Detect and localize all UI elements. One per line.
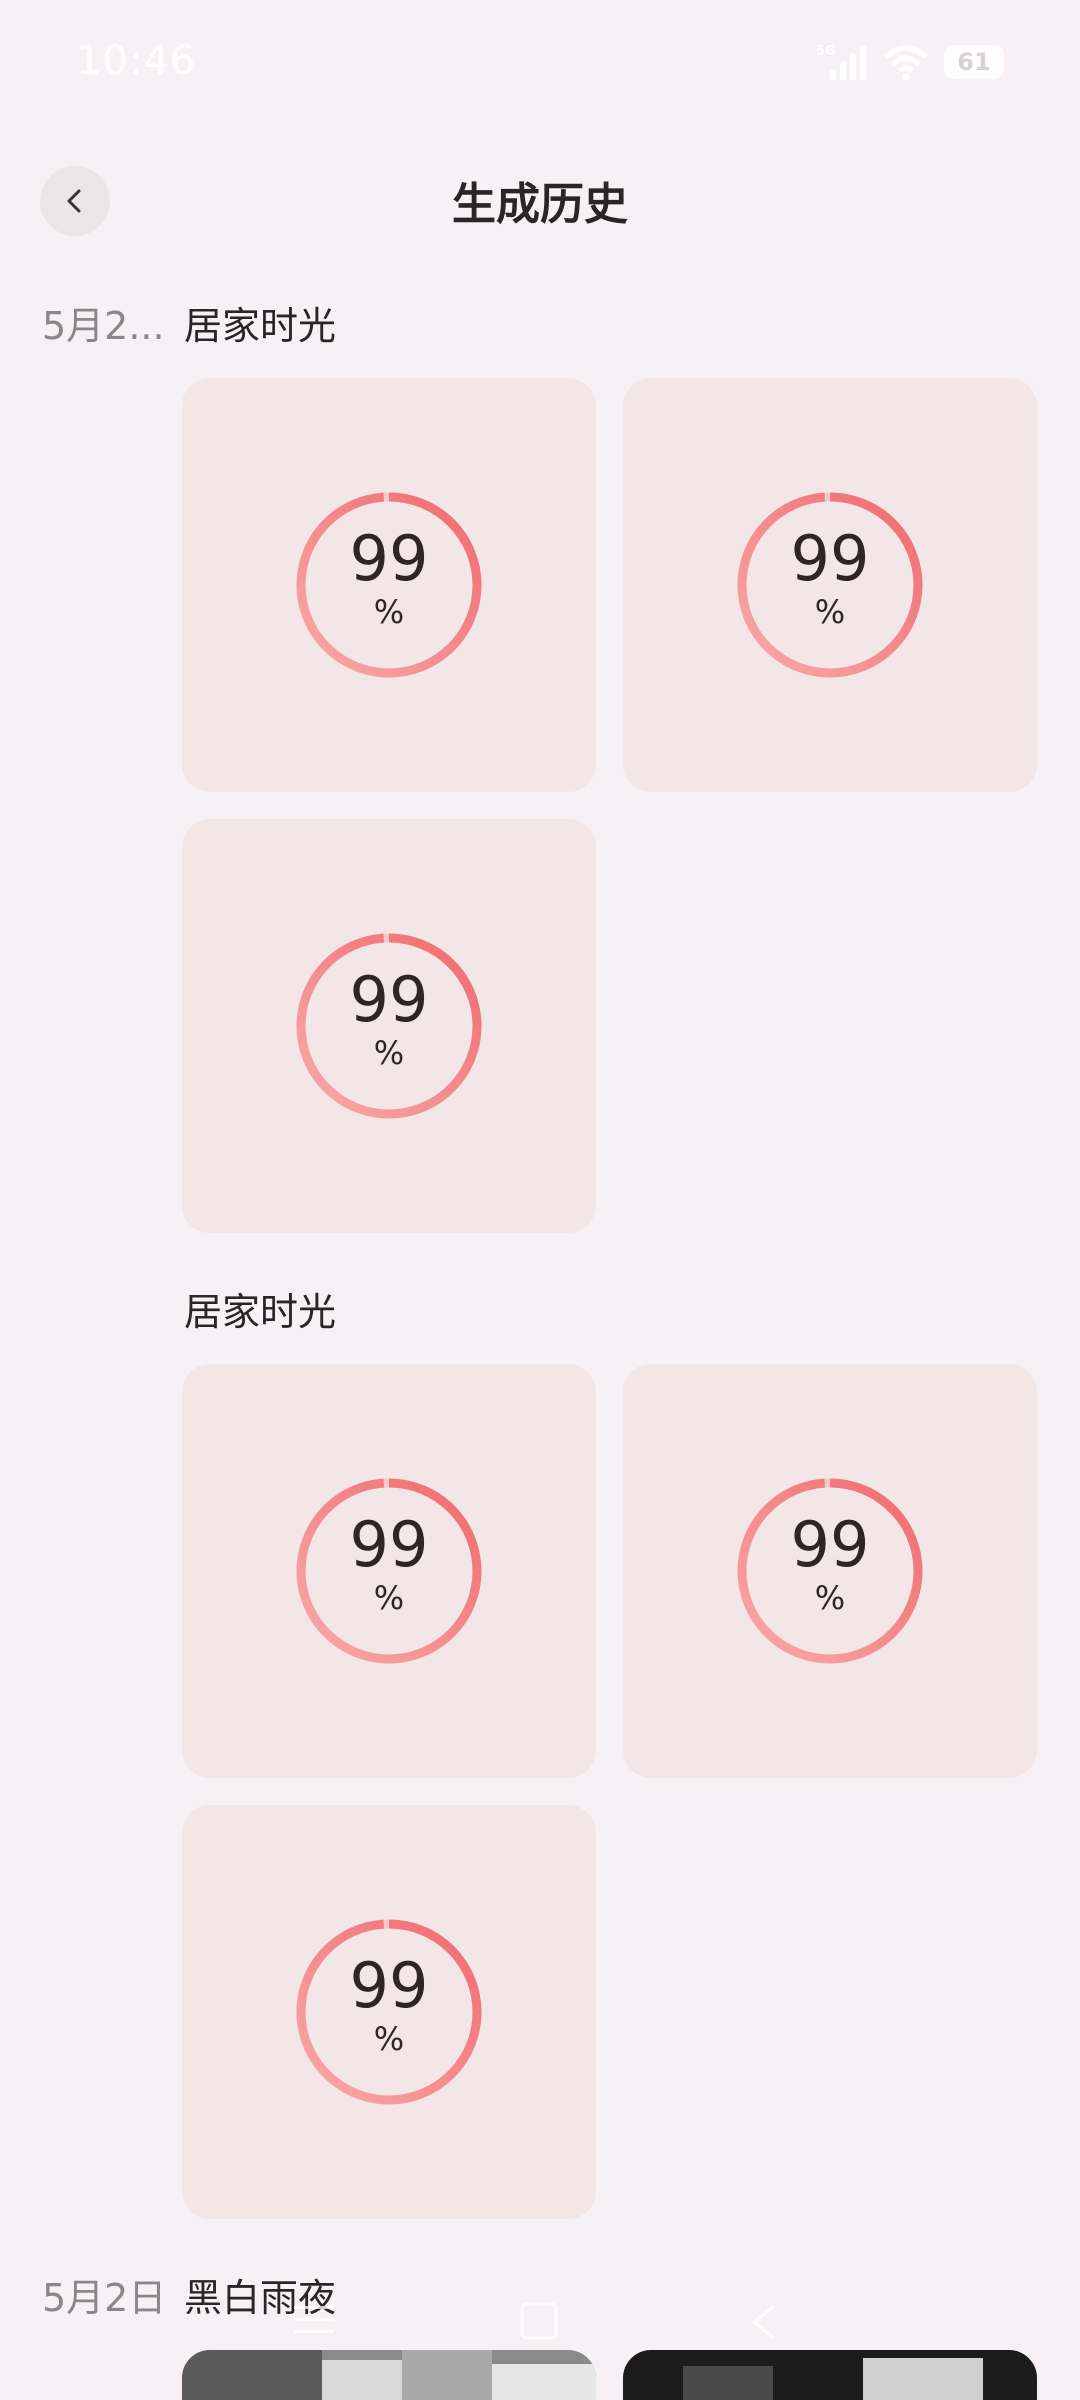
generation-card[interactable]: 99 % [182, 1805, 596, 2219]
progress-unit: % [373, 1579, 405, 1617]
wifi-icon [884, 45, 928, 81]
progress-value: 99 [349, 1949, 429, 2022]
generation-card[interactable]: 99 % [182, 378, 596, 792]
menu-icon[interactable] [292, 2300, 336, 2340]
progress-value: 99 [790, 522, 870, 595]
progress-unit: % [814, 1579, 846, 1617]
generation-card[interactable]: 99 % [182, 1364, 596, 1778]
progress-unit: % [373, 2020, 405, 2058]
progress-value: 99 [349, 1508, 429, 1581]
status-time: 10:46 [76, 38, 197, 84]
progress-unit: % [373, 593, 405, 631]
group-title: 居家时光 [184, 304, 337, 348]
battery-level: 61 [957, 48, 991, 76]
progress-value: 99 [349, 522, 429, 595]
progress-value: 99 [349, 963, 429, 1036]
network-type-label: 5G [816, 44, 836, 59]
battery-icon: 61 [944, 45, 1004, 79]
generation-card[interactable]: 99 % [623, 1364, 1037, 1778]
navigation-bar [0, 2300, 1080, 2360]
back-triangle-icon[interactable] [744, 2300, 784, 2344]
section-date: 5月2... [42, 304, 165, 348]
status-bar: 10:46 5G 61 [0, 0, 1080, 126]
signal-icon: 5G [816, 44, 866, 80]
page-title: 生成历史 [452, 179, 628, 230]
group-title: 居家时光 [184, 1290, 337, 1334]
generation-card[interactable]: 99 % [623, 378, 1037, 792]
progress-value: 99 [790, 1508, 870, 1581]
status-icons: 5G 61 [816, 40, 1004, 84]
generation-card[interactable]: 99 % [182, 819, 596, 1233]
progress-unit: % [814, 593, 846, 631]
progress-unit: % [373, 1034, 405, 1072]
home-square-icon[interactable] [518, 2300, 562, 2344]
